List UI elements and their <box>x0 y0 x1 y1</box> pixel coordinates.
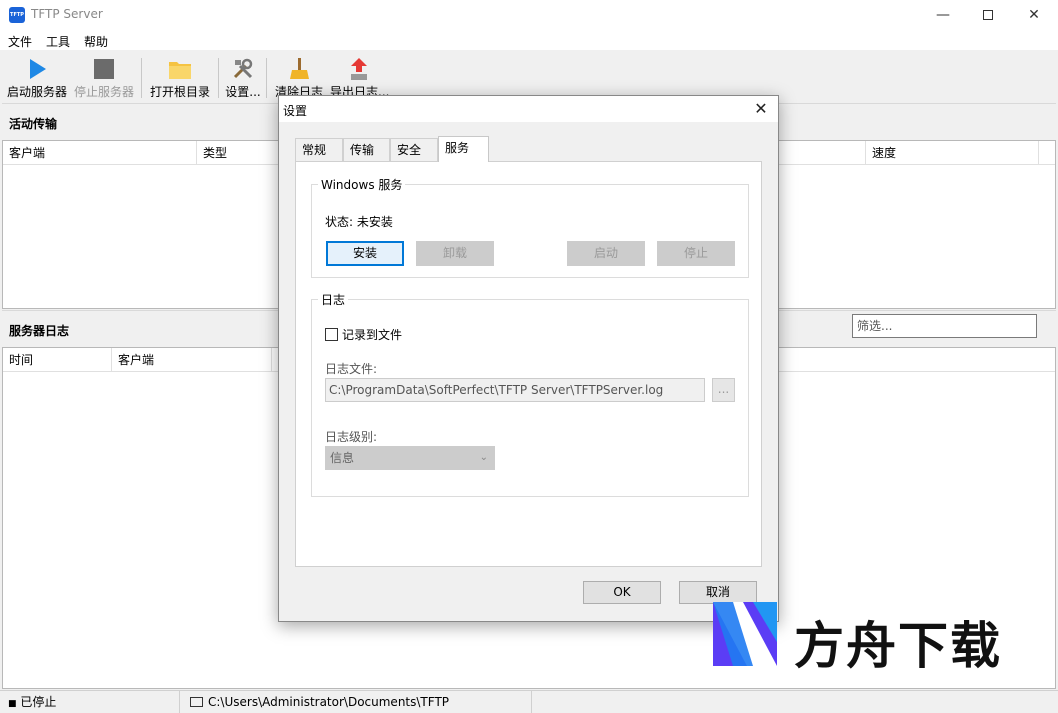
column-speed[interactable]: 速度 <box>865 141 1039 165</box>
column-client[interactable]: 客户端 <box>3 141 197 165</box>
log-level-value: 信息 <box>330 451 355 465</box>
uninstall-button[interactable]: 卸载 <box>416 241 494 266</box>
maximize-button[interactable] <box>965 0 1011 30</box>
log-to-file-checkbox[interactable] <box>325 328 338 341</box>
dialog-close-button[interactable]: ✕ <box>750 98 772 120</box>
toolbar-separator <box>218 58 219 98</box>
toolbar-separator <box>266 58 267 98</box>
active-transfers-title: 活动传输 <box>9 117 58 131</box>
server-status: ■ 已停止 <box>0 691 180 713</box>
server-status-text: 已停止 <box>20 695 57 709</box>
clear-log-button[interactable]: 清除日志 <box>274 54 324 100</box>
stop-service-button[interactable]: 停止 <box>657 241 735 266</box>
filter-input[interactable]: 筛选... <box>852 314 1037 338</box>
export-icon <box>351 58 367 80</box>
folder-icon <box>190 697 203 707</box>
root-path-text: C:\Users\Administrator\Documents\TFTP <box>208 695 450 709</box>
close-button[interactable]: ✕ <box>1011 0 1057 30</box>
dialog-title: 设置 <box>283 104 308 118</box>
service-tab-page: Windows 服务 状态: 未安装 安装 卸载 启动 停止 日志 记录到文件 … <box>295 161 762 567</box>
start-server-label: 启动服务器 <box>6 85 67 99</box>
status-square-icon: ■ <box>8 699 17 709</box>
app-icon: TFTP <box>9 7 25 23</box>
status-bar: ■ 已停止 C:\Users\Administrator\Documents\T… <box>0 690 1058 713</box>
open-root-button[interactable]: 打开根目录 <box>149 54 211 100</box>
settings-label: 设置... <box>225 85 261 99</box>
watermark-text: 方舟下载 <box>794 617 1002 675</box>
install-button[interactable]: 安装 <box>326 241 404 266</box>
start-server-button[interactable]: 启动服务器 <box>6 54 68 100</box>
title-bar: TFTP TFTP Server — ✕ <box>0 0 1058 30</box>
toolbar-separator <box>141 58 142 98</box>
chevron-down-icon: ⌄ <box>479 452 488 463</box>
root-path: C:\Users\Administrator\Documents\TFTP <box>182 691 532 713</box>
log-level-label: 日志级别: <box>325 430 378 444</box>
tab-transfer[interactable]: 传输 <box>343 138 390 161</box>
open-root-label: 打开根目录 <box>149 85 210 99</box>
settings-dialog: 设置 ✕ 常规 传输 安全 服务 Windows 服务 状态: 未安装 安装 卸… <box>278 95 779 622</box>
log-level-select[interactable]: 信息 ⌄ <box>325 446 495 470</box>
stop-server-button[interactable]: 停止服务器 <box>73 54 135 100</box>
log-file-label: 日志文件: <box>325 362 378 376</box>
stop-icon <box>94 59 114 79</box>
settings-button[interactable]: 设置... <box>225 54 261 100</box>
log-file-path-field[interactable]: C:\ProgramData\SoftPerfect\TFTP Server\T… <box>325 378 705 402</box>
broom-icon <box>290 58 309 79</box>
tools-icon <box>233 58 253 79</box>
tab-service[interactable]: 服务 <box>438 136 489 162</box>
column-time[interactable]: 时间 <box>3 348 112 372</box>
log-group: 日志 记录到文件 日志文件: C:\ProgramData\SoftPerfec… <box>311 291 749 497</box>
log-to-file-label[interactable]: 记录到文件 <box>342 326 402 343</box>
menu-tools[interactable]: 工具 <box>46 33 70 50</box>
column-client[interactable]: 客户端 <box>112 348 272 372</box>
stop-server-label: 停止服务器 <box>73 85 134 99</box>
menu-help[interactable]: 帮助 <box>84 33 108 50</box>
windows-service-group: Windows 服务 状态: 未安装 安装 卸载 启动 停止 <box>311 176 749 278</box>
server-log-title: 服务器日志 <box>9 324 70 338</box>
windows-service-group-title: Windows 服务 <box>318 176 406 193</box>
window-title: TFTP Server <box>31 7 103 21</box>
tab-general[interactable]: 常规 <box>295 138 343 161</box>
column-type[interactable]: 类型 <box>197 141 287 165</box>
service-status-text: 状态: 未安装 <box>325 215 393 229</box>
browse-log-file-button[interactable]: ... <box>712 378 735 402</box>
ok-button[interactable]: OK <box>583 581 661 604</box>
export-log-button[interactable]: 导出日志... <box>330 54 389 100</box>
minimize-button[interactable]: — <box>920 0 966 30</box>
maximize-icon <box>983 10 993 20</box>
start-service-button[interactable]: 启动 <box>567 241 645 266</box>
watermark: 方舟下载 <box>712 600 1012 675</box>
tab-security[interactable]: 安全 <box>390 138 438 161</box>
folder-icon <box>169 62 191 79</box>
dialog-title-bar: 设置 ✕ <box>279 96 778 122</box>
menu-file[interactable]: 文件 <box>8 33 32 50</box>
menu-bar: 文件 工具 帮助 <box>0 30 1058 50</box>
log-group-title: 日志 <box>318 291 349 308</box>
play-icon <box>30 59 46 79</box>
watermark-logo-icon <box>713 602 777 666</box>
